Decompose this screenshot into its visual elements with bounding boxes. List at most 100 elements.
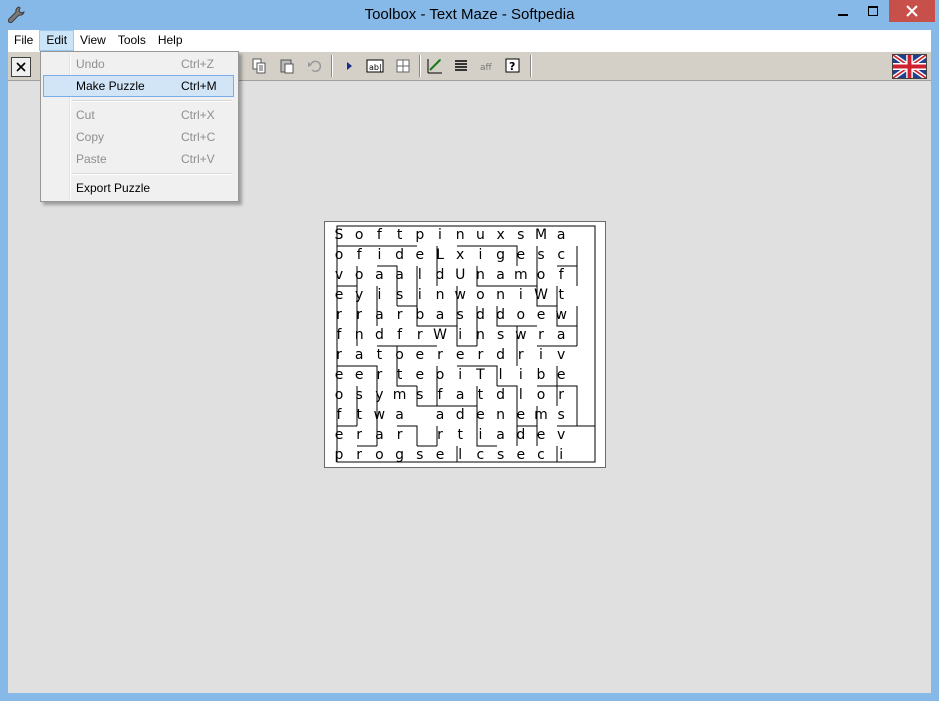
maze-letter: a bbox=[375, 427, 384, 443]
maze-letter: s bbox=[416, 447, 424, 463]
maximize-button[interactable] bbox=[858, 0, 888, 22]
maze-letter: y bbox=[375, 387, 384, 403]
toolbar-separator bbox=[530, 55, 532, 77]
undo-icon[interactable] bbox=[304, 55, 326, 77]
help-icon[interactable]: ? bbox=[502, 55, 524, 77]
close-document-button[interactable] bbox=[11, 57, 31, 77]
maze-letter: e bbox=[536, 307, 546, 323]
maze-letter: i bbox=[417, 287, 422, 303]
maze-letter: r bbox=[336, 347, 342, 363]
maze-letter: d bbox=[496, 347, 506, 363]
svg-text:?: ? bbox=[509, 60, 515, 73]
maze-letter: i bbox=[518, 287, 523, 303]
edit-menu-dropdown: Undo Ctrl+Z Make Puzzle Ctrl+M Cut Ctrl+… bbox=[40, 51, 239, 202]
maze-letter: m bbox=[392, 387, 407, 403]
maze-letter: s bbox=[517, 227, 525, 243]
menu-item-copy[interactable]: Copy Ctrl+C bbox=[43, 126, 234, 148]
text-field-icon[interactable]: ab| bbox=[364, 55, 386, 77]
maze-letter: i bbox=[438, 227, 442, 243]
maze-letter: a bbox=[455, 387, 465, 403]
maze-letter: d bbox=[374, 327, 384, 343]
maze-letter: t bbox=[396, 367, 403, 383]
maze-letter: t bbox=[396, 227, 403, 243]
menu-item-shortcut: Ctrl+X bbox=[181, 108, 215, 122]
menu-item-label: Undo bbox=[76, 57, 105, 71]
maze-letter: f bbox=[336, 407, 342, 423]
maze-letter: s bbox=[355, 387, 363, 403]
maze-letter: e bbox=[415, 367, 425, 383]
maze-letter: t bbox=[376, 347, 383, 363]
maze-letter: a bbox=[375, 267, 384, 283]
maze-letter: L bbox=[436, 247, 444, 263]
maze-letter: l bbox=[518, 387, 523, 403]
grid-icon[interactable] bbox=[392, 55, 414, 77]
maze-letter: e bbox=[516, 247, 526, 263]
maze-letter: r bbox=[538, 327, 544, 343]
menu-item-shortcut: Ctrl+M bbox=[181, 79, 217, 93]
menu-item-make-puzzle[interactable]: Make Puzzle Ctrl+M bbox=[43, 75, 234, 97]
close-button[interactable] bbox=[889, 0, 935, 22]
maze-letter: o bbox=[536, 267, 546, 283]
maze-letter: n bbox=[496, 287, 506, 303]
word-list-icon[interactable]: aff bbox=[476, 55, 498, 77]
maze-letter: i bbox=[458, 327, 463, 343]
maze-letter: m bbox=[513, 267, 528, 283]
menu-bar: File Edit View Tools Help bbox=[8, 30, 931, 51]
play-icon[interactable] bbox=[338, 55, 360, 77]
maze-letter: r bbox=[396, 427, 403, 443]
maze-letter: a bbox=[354, 347, 364, 363]
maze-letter: r bbox=[376, 367, 383, 383]
maze-letter: o bbox=[354, 267, 364, 283]
maze-letter: e bbox=[476, 407, 485, 423]
menu-item-label: Paste bbox=[76, 152, 107, 166]
maze-letter: o bbox=[395, 347, 404, 363]
paste-icon[interactable] bbox=[276, 55, 298, 77]
maze-letter: n bbox=[354, 327, 364, 343]
menu-item-undo[interactable]: Undo Ctrl+Z bbox=[43, 53, 234, 75]
maze-letter: c bbox=[476, 447, 485, 463]
maze-letter: r bbox=[356, 427, 363, 443]
maze-letter: e bbox=[516, 447, 526, 463]
list-icon[interactable] bbox=[450, 55, 472, 77]
maze-letter: o bbox=[334, 387, 344, 403]
menu-view[interactable]: View bbox=[74, 30, 112, 51]
maze-letter: r bbox=[396, 307, 403, 323]
menu-item-label: Copy bbox=[76, 130, 105, 144]
maze-letter: e bbox=[334, 287, 344, 303]
menu-help[interactable]: Help bbox=[152, 30, 189, 51]
menu-item-export-puzzle[interactable]: Export Puzzle bbox=[43, 177, 234, 199]
copy-icon[interactable] bbox=[248, 55, 270, 77]
maze-letter: o bbox=[375, 447, 384, 463]
maze-letter: e bbox=[455, 347, 465, 363]
menu-item-paste[interactable]: Paste Ctrl+V bbox=[43, 148, 234, 170]
menu-tools[interactable]: Tools bbox=[112, 30, 152, 51]
maze-letter: i bbox=[518, 367, 523, 383]
minimize-button[interactable] bbox=[830, 0, 856, 22]
maze-letter: e bbox=[415, 247, 425, 263]
menu-item-label: Export Puzzle bbox=[76, 181, 151, 195]
maze-letter: n bbox=[496, 407, 506, 423]
edit-chart-icon[interactable] bbox=[424, 55, 446, 77]
maze-letter: d bbox=[435, 267, 445, 283]
maze-letter: e bbox=[334, 367, 344, 383]
menu-file[interactable]: File bbox=[8, 30, 39, 51]
svg-text:aff: aff bbox=[480, 63, 493, 73]
maze-letter: a bbox=[375, 307, 384, 323]
maze-letter: v bbox=[557, 427, 566, 443]
maze-letter: d bbox=[516, 427, 526, 443]
text-maze-puzzle[interactable]: SoftpinuxsMaofideLxigescvoaaldUnamofeyis… bbox=[324, 221, 606, 468]
maze-letter: r bbox=[336, 307, 342, 323]
menu-edit[interactable]: Edit bbox=[39, 30, 75, 51]
maze-letter: d bbox=[395, 247, 405, 263]
menu-item-cut[interactable]: Cut Ctrl+X bbox=[43, 104, 234, 126]
maze-letter: i bbox=[539, 347, 543, 363]
maze-letter: t bbox=[457, 427, 463, 443]
uk-flag-icon[interactable] bbox=[891, 53, 928, 80]
maze-letter: r bbox=[356, 307, 363, 323]
app-window: Toolbox - Text Maze - Softpedia File Edi… bbox=[0, 0, 939, 701]
maze-letter: W bbox=[534, 287, 548, 303]
title-bar[interactable]: Toolbox - Text Maze - Softpedia bbox=[0, 0, 939, 30]
maze-letter: d bbox=[455, 407, 465, 423]
maze-letter: e bbox=[556, 367, 566, 383]
maze-letter: d bbox=[475, 307, 485, 323]
